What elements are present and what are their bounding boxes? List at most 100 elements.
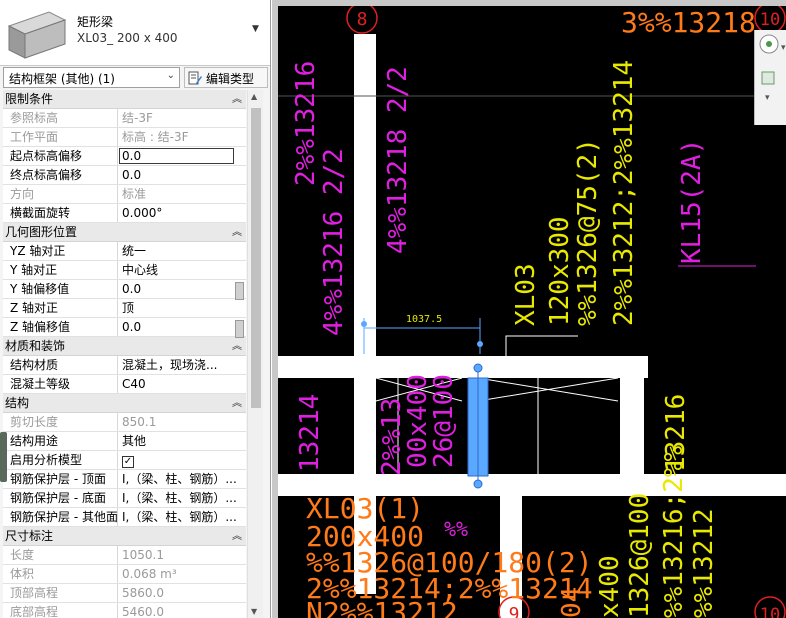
- grid-label-10: 10: [760, 10, 780, 30]
- row-label: 起点标高偏移: [3, 147, 118, 165]
- row-value: 结-3F: [122, 111, 153, 125]
- group-structural[interactable]: 结构 ︽: [3, 394, 246, 413]
- dimension-value: 1037.5: [406, 314, 442, 325]
- instance-filter-select[interactable]: 结构框架 (其他) (1) ⌄: [3, 67, 180, 88]
- type-selector[interactable]: 矩形梁 XL03_ 200 x 400 ▼: [0, 0, 270, 66]
- row-struct-material[interactable]: 结构材质 混凝土，现场浇...: [3, 356, 246, 375]
- scrollbar-thumb[interactable]: [251, 108, 261, 408]
- row-length: 长度 1050.1: [3, 546, 246, 565]
- cad-annotation: %%: [444, 517, 468, 541]
- row-y-offset[interactable]: Y 轴偏移值 0.0: [3, 280, 246, 299]
- z-offset-input[interactable]: 0.0: [118, 318, 246, 336]
- rebar-cover-bottom-select[interactable]: I,（梁、柱、钢筋）...: [118, 489, 246, 507]
- type-name-label: XL03_ 200 x 400: [77, 31, 178, 45]
- grid-label-8: 8: [357, 9, 368, 30]
- row-rebar-cover-bottom[interactable]: 钢筋保护层 - 底面 I,（梁、柱、钢筋）...: [3, 489, 246, 508]
- row-label: Z 轴偏移值: [3, 318, 118, 336]
- grid-bubble-10-top[interactable]: 10: [754, 6, 786, 34]
- cad-annotation: 04: [557, 587, 587, 618]
- y-justify-select[interactable]: 中心线: [118, 261, 246, 279]
- properties-scrollbar[interactable]: ▲ ▼: [247, 90, 263, 618]
- row-grip-handle[interactable]: [235, 320, 244, 338]
- row-analytical-model[interactable]: 启用分析模型 ✓: [3, 451, 246, 470]
- analytical-model-checkbox[interactable]: ✓: [122, 456, 134, 468]
- grid-label-10: 10: [760, 605, 780, 618]
- row-rebar-cover-top[interactable]: 钢筋保护层 - 顶面 I,（梁、柱、钢筋）...: [3, 470, 246, 489]
- cad-annotation: 3%%13218: [621, 6, 756, 39]
- cad-annotation: 26@100: [429, 374, 459, 468]
- scroll-down-icon[interactable]: ▼: [251, 607, 257, 616]
- chevron-down-icon: ⌄: [166, 70, 175, 81]
- row-ref-level: 参照标高 结-3F: [3, 109, 246, 128]
- drawing-canvas[interactable]: 8 9 10 10 3%%13218 2%%13216 4%%13218 2/2…: [278, 6, 786, 618]
- side-dock-tab[interactable]: [0, 432, 7, 482]
- row-section-rotation[interactable]: 横截面旋转 0.000°: [3, 204, 246, 223]
- group-label: 尺寸标注: [5, 529, 54, 543]
- row-value: 标准: [122, 187, 147, 201]
- collapse-icon: ︽: [232, 398, 242, 409]
- cad-annotation: 4%%13216 2/2: [319, 148, 349, 336]
- cad-annotation: 2%%13212;2%%13214: [609, 60, 639, 326]
- y-offset-input[interactable]: 0.0: [118, 280, 246, 298]
- rebar-cover-other-select[interactable]: I,（梁、柱、钢筋）...: [118, 508, 246, 526]
- row-label: Y 轴偏移值: [3, 280, 118, 298]
- row-volume: 体积 0.068 m³: [3, 565, 246, 584]
- group-label: 几何图形位置: [5, 225, 78, 239]
- row-value: 标高 : 结-3F: [122, 130, 189, 144]
- row-rebar-cover-other[interactable]: 钢筋保护层 - 其他面 I,（梁、柱、钢筋）...: [3, 508, 246, 527]
- plan-drawing: 8 9 10 10 3%%13218 2%%13216 4%%13218 2/2…: [278, 6, 786, 618]
- row-z-offset[interactable]: Z 轴偏移值 0.0: [3, 318, 246, 337]
- row-value: 1050.1: [122, 548, 164, 562]
- instance-filter-value: 结构框架 (其他) (1): [9, 72, 115, 86]
- start-offset-input[interactable]: 0.0: [119, 148, 234, 164]
- struct-usage-select[interactable]: 其他: [118, 432, 246, 450]
- edit-type-label: 编辑类型: [206, 72, 255, 86]
- dropdown-arrow-icon: ▼: [252, 24, 259, 34]
- z-justify-select[interactable]: 顶: [118, 299, 246, 317]
- struct-material-field[interactable]: 混凝土，现场浇...: [118, 356, 246, 374]
- row-label: 终点标高偏移: [3, 166, 118, 184]
- row-struct-usage[interactable]: 结构用途 其他: [3, 432, 246, 451]
- dimension-line[interactable]: 1037.5: [361, 314, 483, 354]
- row-z-justify[interactable]: Z 轴对正顶: [3, 299, 246, 318]
- group-geometry[interactable]: 几何图形位置 ︽: [3, 223, 246, 242]
- edit-type-button[interactable]: 编辑类型: [184, 67, 268, 88]
- row-y-justify[interactable]: Y 轴对正 中心线: [3, 261, 246, 280]
- row-label: 长度: [3, 546, 118, 564]
- row-label: 参照标高: [3, 109, 118, 127]
- selected-beam-xl03[interactable]: [467, 363, 489, 489]
- collapse-icon: ︽: [232, 531, 242, 542]
- row-label: 钢筋保护层 - 其他面: [3, 508, 118, 526]
- row-concrete-grade[interactable]: 混凝土等级 C40: [3, 375, 246, 394]
- row-value: 0.068 m³: [122, 567, 177, 581]
- grid-bubble-10-bottom[interactable]: 10: [754, 596, 786, 618]
- group-constraints[interactable]: 限制条件 ︽: [3, 90, 246, 109]
- collapse-icon: ︽: [232, 227, 242, 238]
- group-dimensions[interactable]: 尺寸标注 ︽: [3, 527, 246, 546]
- collapse-icon: ︽: [232, 341, 242, 352]
- row-label: Y 轴对正: [3, 261, 118, 279]
- row-start-offset[interactable]: 起点标高偏移 0.0: [3, 147, 246, 166]
- navigation-wheel-icon[interactable]: ▾ ▾: [755, 30, 786, 125]
- rebar-cover-top-select[interactable]: I,（梁、柱、钢筋）...: [118, 470, 246, 488]
- yz-justify-select[interactable]: 统一: [118, 242, 246, 260]
- properties-grid: 限制条件 ︽ 参照标高 结-3F 工作平面 标高 : 结-3F 起点标高偏移 0.0 终…: [3, 90, 246, 618]
- cad-annotation: 4%%13218 2/2: [383, 66, 413, 254]
- cad-annotation: KL15(2A): [677, 139, 707, 264]
- cad-annotation: x400: [595, 555, 625, 618]
- edit-type-icon: [188, 71, 202, 85]
- group-materials[interactable]: 材质和装饰 ︽: [3, 337, 246, 356]
- cad-annotation: %%1326@75(2): [573, 138, 603, 326]
- section-rotation-input[interactable]: 0.000°: [118, 204, 246, 222]
- row-yz-justify[interactable]: YZ 轴对正 统一: [3, 242, 246, 261]
- beam-end-grip[interactable]: [473, 479, 483, 489]
- end-offset-input[interactable]: 0.0: [118, 166, 246, 184]
- grid-bubble-8[interactable]: 8: [346, 6, 378, 34]
- magenta-annotations: 2%%13216 4%%13218 2/2 4%%13216 2/2 13214…: [291, 61, 707, 541]
- beam-start-grip[interactable]: [473, 363, 483, 373]
- scroll-up-icon[interactable]: ▲: [251, 92, 257, 101]
- concrete-grade-field[interactable]: C40: [118, 375, 246, 393]
- row-end-offset[interactable]: 终点标高偏移 0.0: [3, 166, 246, 185]
- cad-annotation: %%13212: [689, 508, 719, 618]
- row-grip-handle[interactable]: [235, 282, 244, 300]
